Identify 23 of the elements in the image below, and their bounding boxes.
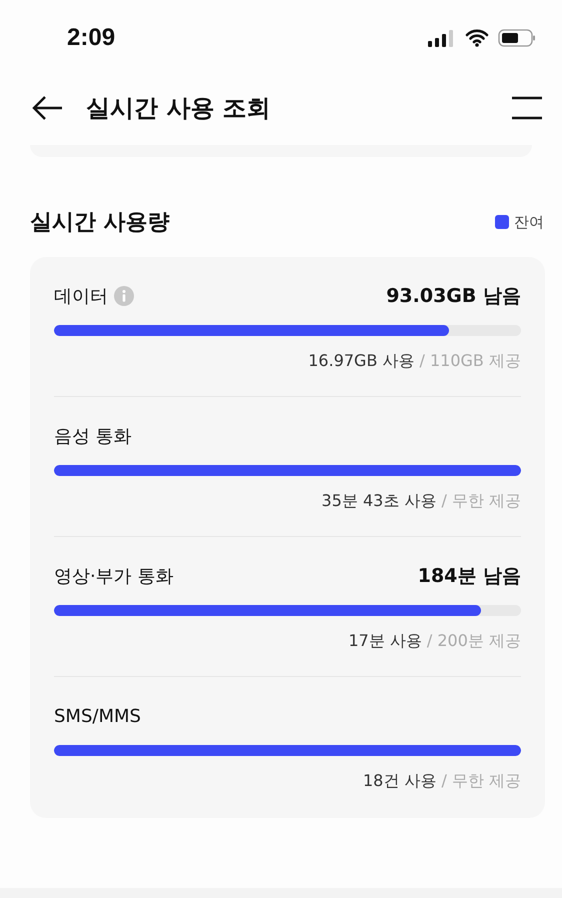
usage-name: 음성 통화 [54, 425, 132, 448]
section-title: 실시간 사용량 [30, 209, 170, 237]
usage-name: 영상·부가 통화 [54, 565, 174, 588]
status-time: 2:09 [67, 24, 116, 52]
usage-name: SMS/MMS [54, 706, 141, 726]
page-title: 실시간 사용 조회 [86, 93, 272, 124]
remaining-amount: 93.03GB 남음 [386, 284, 521, 309]
signal-icon [428, 28, 456, 46]
provided-amount: / 무한 제공 [441, 770, 521, 792]
battery-icon [498, 28, 536, 46]
wifi-icon [465, 28, 489, 46]
menu-icon[interactable] [512, 96, 542, 120]
used-amount: 35분 43초 사용 [322, 490, 436, 512]
provided-amount: / 110GB 제공 [420, 350, 521, 372]
legend-label: 잔여 [514, 212, 544, 232]
provided-amount: / 200분 제공 [426, 630, 521, 652]
back-arrow-icon[interactable] [32, 95, 64, 121]
used-amount: 16.97GB 사용 [308, 350, 415, 372]
used-amount: 17분 사용 [348, 630, 422, 652]
used-amount: 18건 사용 [362, 770, 436, 792]
usage-name: 데이터 [54, 285, 108, 308]
provided-amount: / 무한 제공 [441, 490, 521, 512]
remaining-amount: 184분 남음 [418, 564, 521, 589]
